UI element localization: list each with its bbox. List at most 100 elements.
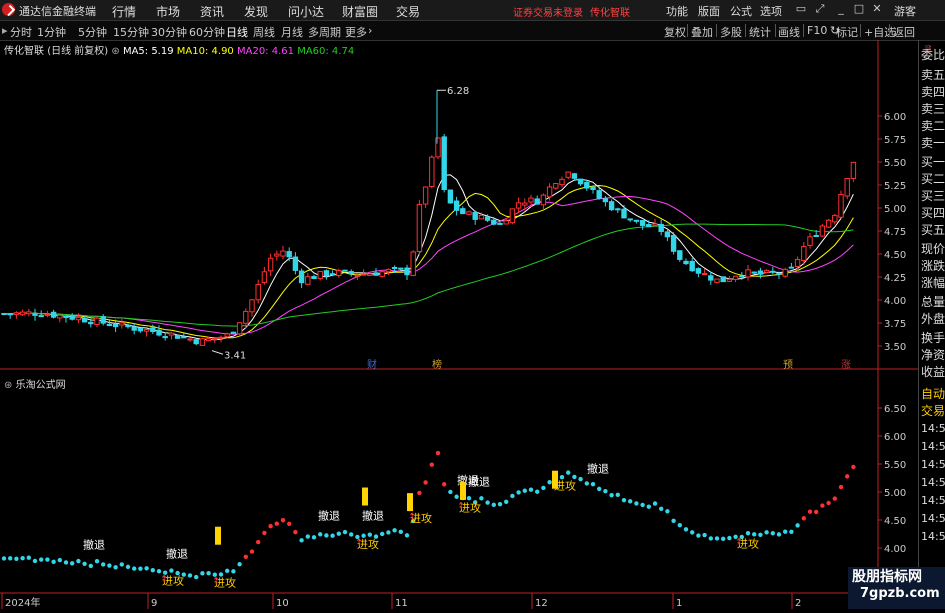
candle-body [646,224,652,228]
candle-body [677,250,683,260]
tick-time: 14:56 [921,422,945,435]
candle-body [714,278,720,283]
indicator-dot [646,504,651,509]
indicator-dot [510,493,515,499]
candle-body [565,171,571,178]
low-label: 3.41 [224,350,246,361]
divider [716,24,717,37]
indicator-dot [156,569,162,574]
tool-back[interactable]: 返回 [893,24,915,40]
watermark-line1: 股朋指标网 [852,569,922,585]
menu-hangqing[interactable]: 行情 [112,3,136,20]
candle-body [788,266,795,269]
ma5-line [3,174,854,341]
indicator-dot [640,502,645,508]
period-daily[interactable]: 日线 [226,24,248,40]
indicator-dot [342,529,348,535]
candle-body [137,327,144,332]
tick-time: 14:56 [921,440,945,453]
tool-xuanxiang[interactable]: 选项 [760,3,782,19]
period-monthly[interactable]: 月线 [281,24,303,40]
candle-body [819,225,826,237]
tool-tongji[interactable]: 统计 [749,24,771,40]
low-leader [211,350,224,355]
divider [803,24,804,37]
tool-biaoji[interactable]: 标记 [836,24,858,40]
signal-bar [362,487,368,506]
tool-gongshi[interactable]: 公式 [730,3,752,19]
divider [889,24,890,37]
indicator-dot [671,518,676,523]
indicator-dot [318,532,323,537]
fullscreen-icon[interactable]: ⤢ [812,2,828,18]
tool-banmian[interactable]: 版面 [698,3,720,19]
period-multi[interactable]: 多周期 [308,24,341,40]
high-label: 6.28 [447,86,469,97]
minimize-icon[interactable]: _ [833,2,849,18]
app-logo-icon [2,3,15,16]
indicator-tick-label: 5.00 [884,488,906,499]
divider [775,24,776,37]
restore-icon[interactable]: ▭ [793,2,809,18]
period-30min[interactable]: 30分钟 [151,24,187,40]
period-1min[interactable]: 1分钟 [37,24,66,40]
candle-body [404,267,410,276]
period-fenshi[interactable]: 分时 [10,24,32,40]
menu-shichang[interactable]: 市场 [156,3,180,20]
date-label: 1 [676,598,682,609]
candle-body [484,216,491,221]
menu-jiaoyi[interactable]: 交易 [396,3,420,20]
menu-zixun[interactable]: 资讯 [200,3,224,20]
indicator-dot [82,561,87,566]
indicator-dot [237,562,242,567]
candle-body [44,313,51,317]
candle-body [522,202,528,206]
indicator-dot [26,555,31,560]
more-chevron-icon[interactable]: › [368,24,372,37]
candle-body [193,339,199,345]
tool-add-watchlist[interactable]: +自选 [864,24,895,40]
menu-caifuquan[interactable]: 财富圈 [342,3,378,20]
maximize-icon[interactable]: □ [851,2,867,18]
menu-faxian[interactable]: 发现 [244,3,268,20]
close-icon[interactable]: ✕ [869,2,885,18]
candle-body [69,315,75,320]
candle-body [633,219,640,222]
candle-body [757,270,764,275]
retreat-signal: 撤退 [318,508,340,522]
candle-body [63,315,69,319]
period-weekly[interactable]: 周线 [253,24,275,40]
period-60min[interactable]: 60分钟 [189,24,225,40]
period-15min[interactable]: 15分钟 [113,24,149,40]
indicator-dot [107,563,112,568]
tool-f10[interactable]: F10 [807,24,827,37]
indicator-dot [578,476,583,482]
trade-label[interactable]: 交易 [921,402,945,419]
login-warning[interactable]: 证券交易未登录 [513,4,583,19]
indicator-dot [752,532,757,537]
attack-arrow-icon: ↑ [408,512,416,523]
tool-fuquan[interactable]: 复权 [664,24,686,40]
candle-body [57,314,63,319]
user-label[interactable]: 游客 [894,3,916,19]
auto-trade[interactable]: 自动 [921,385,945,402]
divider [687,24,688,37]
tool-gongneng[interactable]: 功能 [666,3,688,19]
quote-eps: 收益 [921,365,945,379]
date-label: 2024年 [5,596,40,609]
stock-link[interactable]: 传化智联 [590,4,630,19]
menu-wenxiaoda[interactable]: 问小达 [288,3,324,20]
period-more[interactable]: 更多 [345,24,367,40]
kline-chart[interactable]: 6.00 5.75 5.50 5.25 5.00 4.75 4.50 4.25 4.00 3.75… [0,40,918,609]
candle-body [720,276,726,283]
period-5min[interactable]: 5分钟 [78,24,107,40]
indicator-dot [770,531,775,536]
menu-arrow-icon[interactable]: ▸ [2,24,8,37]
tool-huaxian[interactable]: 画线 [778,24,800,40]
indicator-dot [423,480,428,485]
tool-duogu[interactable]: 多股 [720,24,742,40]
tool-diejia[interactable]: 叠加 [691,24,713,40]
tick-time: 14:56 [921,530,945,543]
candle-body [205,338,212,342]
candle-body [305,276,311,285]
